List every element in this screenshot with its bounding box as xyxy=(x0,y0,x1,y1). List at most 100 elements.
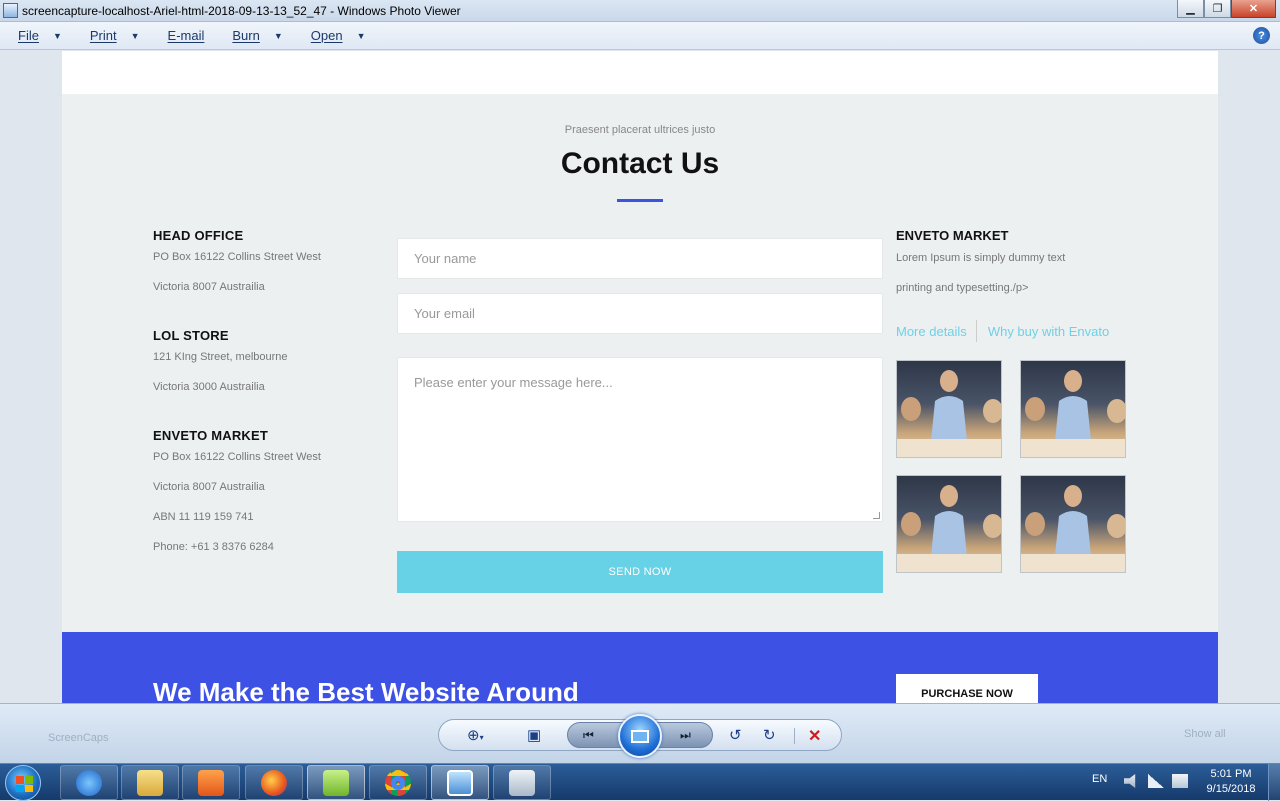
ghost-folder-label: ScreenCaps xyxy=(48,732,109,744)
photo-shape xyxy=(983,399,1001,423)
rotate-left-icon[interactable]: ↺ xyxy=(729,726,742,744)
minimize-button[interactable]: ▁ xyxy=(1177,0,1204,18)
photo-shape xyxy=(1055,511,1091,556)
photo-illustration xyxy=(897,370,1001,457)
toolbar-divider xyxy=(794,728,795,744)
photo-shape xyxy=(1064,370,1082,392)
cta-banner: We Make the Best Website Around PURCHASE… xyxy=(62,632,1218,703)
photo-shape xyxy=(1025,397,1045,421)
menu-file-label: File xyxy=(18,28,39,43)
calculator-icon xyxy=(509,769,535,796)
menu-bar: File ▼ Print ▼ E-mail Burn ▼ Open ▼ ? xyxy=(0,22,1280,50)
aside-line: Lorem Ipsum is simply dummy text xyxy=(896,252,1066,264)
photo-shape xyxy=(897,439,1001,457)
purchase-now-button[interactable]: PURCHASE NOW xyxy=(896,674,1038,703)
maximize-button[interactable]: ❐ xyxy=(1204,0,1231,18)
photo-shape xyxy=(1055,396,1091,441)
photo-shape xyxy=(931,511,967,556)
taskbar-calculator[interactable] xyxy=(493,765,551,800)
photo-shape xyxy=(897,554,1001,572)
office-photo-thumbnail[interactable] xyxy=(896,360,1002,458)
menu-print-label: Print xyxy=(89,28,117,43)
photo-shape xyxy=(901,397,921,421)
windows-logo-icon xyxy=(16,776,33,792)
captured-webpage: Praesent placerat ultrices justo Contact… xyxy=(62,51,1218,703)
message-textarea[interactable]: Please enter your message here... xyxy=(397,357,883,522)
office-line: Phone: +61 3 8376 6284 xyxy=(153,541,274,553)
menu-burn-label: Burn xyxy=(232,28,260,43)
firefox-icon xyxy=(261,769,287,796)
chevron-down-icon[interactable]: ▼ xyxy=(53,31,62,41)
screen-icon xyxy=(631,729,649,743)
slideshow-icon[interactable] xyxy=(618,714,662,758)
menu-open[interactable]: Open ▼ xyxy=(311,28,366,43)
office-photo-thumbnail[interactable] xyxy=(1020,475,1126,573)
show-desktop-button[interactable] xyxy=(1268,764,1280,801)
photo-illustration xyxy=(1021,370,1125,457)
menu-print[interactable]: Print ▼ xyxy=(90,28,140,43)
office-photo-thumbnail[interactable] xyxy=(1020,360,1126,458)
heading-underline xyxy=(617,199,663,202)
rotate-right-icon[interactable]: ↻ xyxy=(763,726,776,744)
photo-shape xyxy=(1025,512,1045,536)
media-player-icon xyxy=(198,769,224,796)
office-block: HEAD OFFICE PO Box 16122 Collins Street … xyxy=(153,228,373,307)
office-title: HEAD OFFICE xyxy=(153,228,244,243)
send-now-button[interactable]: SEND NOW xyxy=(397,551,883,593)
close-button[interactable]: ✕ xyxy=(1231,0,1276,18)
previous-icon[interactable]: ⏮ xyxy=(583,728,594,743)
photo-shape xyxy=(1021,554,1125,572)
menu-burn[interactable]: Burn ▼ xyxy=(232,28,282,43)
next-icon[interactable]: ⏭ xyxy=(680,728,691,743)
start-button[interactable] xyxy=(5,765,41,801)
name-input[interactable]: Your name xyxy=(397,238,883,279)
resize-grip-icon[interactable] xyxy=(873,512,880,519)
taskbar-photo-viewer[interactable] xyxy=(431,765,489,800)
contact-heading: Contact Us xyxy=(560,147,720,180)
menu-email[interactable]: E-mail xyxy=(168,28,205,43)
chevron-down-icon[interactable]: ▼ xyxy=(131,31,140,41)
language-indicator[interactable]: EN xyxy=(1092,773,1107,785)
photo-illustration xyxy=(1021,485,1125,572)
delete-icon[interactable]: ✕ xyxy=(808,726,821,746)
office-block: LOL STORE 121 KIng Street, melbourne Vic… xyxy=(153,328,373,407)
chrome-icon xyxy=(385,769,411,796)
chevron-down-icon[interactable]: ▼ xyxy=(357,31,366,41)
more-details-link[interactable]: More details xyxy=(896,324,967,339)
notepad-plus-plus-icon xyxy=(323,769,349,796)
zoom-icon[interactable]: ⊕▾ xyxy=(467,726,484,744)
system-clock[interactable]: 5:01 PM 9/15/2018 xyxy=(1194,767,1268,797)
thumbnail-grid xyxy=(896,360,1136,573)
menu-open-label: Open xyxy=(310,28,343,43)
taskbar-chrome[interactable] xyxy=(369,765,427,800)
why-buy-link[interactable]: Why buy with Envato xyxy=(988,324,1109,339)
chevron-down-icon[interactable]: ▼ xyxy=(274,31,283,41)
ghost-show-all: Show all xyxy=(1184,728,1226,740)
aside-title: ENVETO MARKET xyxy=(896,228,1009,243)
email-input[interactable]: Your email xyxy=(397,293,883,334)
taskbar-internet-explorer[interactable] xyxy=(60,765,118,800)
help-icon[interactable]: ? xyxy=(1253,27,1270,44)
office-block: ENVETO MARKET PO Box 16122 Collins Stree… xyxy=(153,428,373,567)
window-title: screencapture-localhost-Ariel-html-2018-… xyxy=(22,4,461,18)
photo-shape xyxy=(901,512,921,536)
action-center-icon[interactable] xyxy=(1172,774,1188,788)
office-line: ABN 11 119 159 741 xyxy=(153,511,254,523)
menu-file[interactable]: File ▼ xyxy=(18,28,62,43)
office-line: Victoria 8007 Austrailia xyxy=(153,281,265,293)
contact-section: Praesent placerat ultrices justo Contact… xyxy=(62,94,1218,632)
aside-links: More details Why buy with Envato xyxy=(896,319,1136,343)
taskbar-firefox[interactable] xyxy=(245,765,303,800)
office-line: Victoria 8007 Austrailia xyxy=(153,481,265,493)
photo-shape xyxy=(983,514,1001,538)
volume-muted-icon[interactable] xyxy=(1124,774,1136,788)
taskbar: EN 5:01 PM 9/15/2018 xyxy=(0,763,1280,801)
taskbar-file-explorer[interactable] xyxy=(121,765,179,800)
signal-icon[interactable] xyxy=(1148,774,1164,788)
office-photo-thumbnail[interactable] xyxy=(896,475,1002,573)
actual-size-icon[interactable]: ▣ xyxy=(527,726,541,744)
office-line: Victoria 3000 Austrailia xyxy=(153,381,265,393)
taskbar-media-player[interactable] xyxy=(182,765,240,800)
taskbar-notepad-plus-plus[interactable] xyxy=(307,765,365,800)
window-title-bar: screencapture-localhost-Ariel-html-2018-… xyxy=(0,0,1280,22)
